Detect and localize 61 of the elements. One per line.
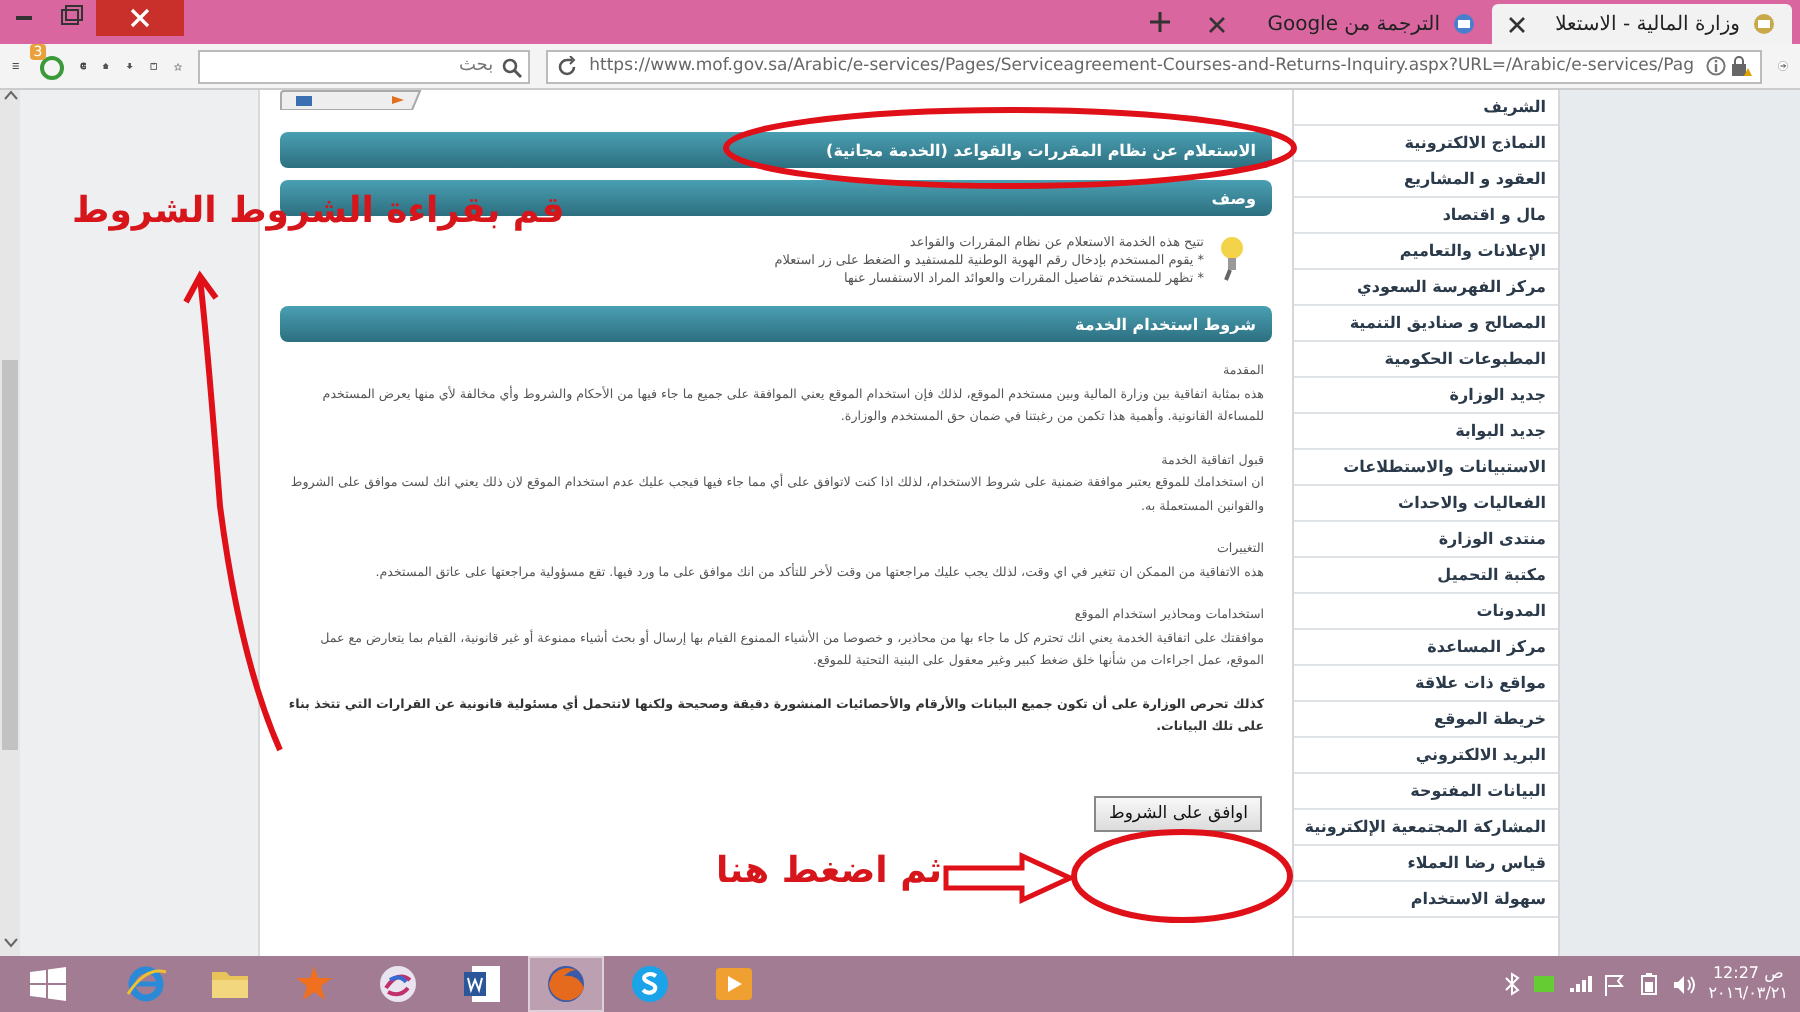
sidebar-link[interactable]: جديد الوزارة xyxy=(1294,378,1558,414)
flag-icon xyxy=(1604,973,1625,995)
reload-icon xyxy=(555,55,578,77)
sidebar-link[interactable]: مواقع ذات علاقة xyxy=(1294,666,1558,702)
search-icon xyxy=(501,57,522,77)
signal-icon xyxy=(1568,974,1593,994)
section-header-bar: شروط استخدام الخدمة xyxy=(280,306,1272,342)
sidebar-link[interactable]: المشاركة المجتمعية الإلكترونية xyxy=(1294,810,1558,846)
clock-time: 12:27 ص xyxy=(1712,964,1784,984)
swirl-icon xyxy=(376,962,420,1006)
new-tab-icon[interactable] xyxy=(1148,10,1172,34)
sidebar-link[interactable]: مركز المساعدة xyxy=(1294,630,1558,666)
sidebar-link[interactable]: الاستبيانات والاستطلاعات xyxy=(1294,450,1558,486)
sidebar-link[interactable]: الإعلانات والتعاميم xyxy=(1294,234,1558,270)
sidebar-link[interactable]: الفعاليات والاحداث xyxy=(1294,486,1558,522)
browser-tab[interactable]: وزارة المالية - الاستعلا xyxy=(1492,4,1792,44)
address-bar[interactable]: https://www.mof.gov.sa/Arabic/e-services/Pages/Serviceagreement-Courses-and-Returns-Inquiry.aspx?URL=/Arabic/e-services/Pag xyxy=(545,49,1763,83)
sidebar-link[interactable]: الشريف xyxy=(1294,90,1558,126)
section-title-bar: الاستعلام عن نظام المقررات والقواعد (الخدمة مجانية) xyxy=(280,132,1272,168)
sidebar-link[interactable]: خريطة الموقع xyxy=(1294,702,1558,738)
sidebar-link[interactable]: مكتبة التحميل xyxy=(1294,558,1558,594)
taskbar-button[interactable] xyxy=(528,956,604,1012)
sidebar-link[interactable]: منتدى الوزارة xyxy=(1294,522,1558,558)
browser-icon xyxy=(124,962,168,1006)
sidebar-link[interactable]: المطبوعات الحكومية xyxy=(1294,342,1558,378)
page-icon xyxy=(1452,12,1476,36)
close-icon[interactable] xyxy=(96,0,184,36)
sidebar-link[interactable]: العقود و المشاريع xyxy=(1294,162,1558,198)
annotation-text: ثم اضغط هنا xyxy=(716,850,942,892)
browser-icon xyxy=(544,962,588,1006)
battery-icon xyxy=(1636,972,1661,996)
outline-arrow xyxy=(942,852,1074,904)
info-icon xyxy=(1706,56,1727,76)
sidebar-link[interactable]: سهولة الاستخدام xyxy=(1294,882,1558,918)
scroll-down-icon[interactable] xyxy=(3,938,17,948)
page-icon xyxy=(1752,12,1776,36)
sidebar-link[interactable]: المدونات xyxy=(1294,594,1558,630)
sidebar-link[interactable]: البريد الالكتروني xyxy=(1294,738,1558,774)
sidebar-link[interactable]: مال و اقتصاد xyxy=(1294,198,1558,234)
bluetooth-icon xyxy=(1504,972,1521,996)
agree-button[interactable]: اوافق على الشروط xyxy=(1094,795,1262,831)
lightbulb-icon xyxy=(1220,234,1244,282)
app-tray-icon xyxy=(1532,974,1557,994)
play-icon xyxy=(712,962,756,1006)
scroll-up-icon[interactable] xyxy=(3,90,17,100)
chat-icon xyxy=(628,962,672,1006)
sidebar-link[interactable]: النماذج الالكترونية xyxy=(1294,126,1558,162)
scrollbar-thumb[interactable] xyxy=(2,360,18,750)
sidebar-link[interactable]: المصالح و صناديق التنمية xyxy=(1294,306,1558,342)
sidebar-link[interactable]: قياس رضا العملاء xyxy=(1294,846,1558,882)
browser-tab[interactable]: الترجمة من Google xyxy=(1192,4,1492,44)
lock-warning-icon xyxy=(1730,56,1753,76)
sidebar-link[interactable]: مركز الفهرسة السعودي xyxy=(1294,270,1558,306)
sidebar-link[interactable]: البيانات المفتوحة xyxy=(1294,774,1558,810)
close-icon[interactable] xyxy=(1508,15,1526,33)
sidebar-link[interactable]: جديد البوابة xyxy=(1294,414,1558,450)
clock-date: ٢٠١٦/٠٣/٢١ xyxy=(1708,984,1788,1004)
volume-icon xyxy=(1672,973,1697,995)
search-field[interactable]: بحث xyxy=(197,49,530,83)
document-icon xyxy=(460,962,504,1006)
url-text: https://www.mof.gov.sa/Arabic/e-services/Pages/Serviceagreement-Courses-and-Returns-Inquiry.aspx?URL=/Arabic/e-services/Pag xyxy=(589,56,1695,76)
